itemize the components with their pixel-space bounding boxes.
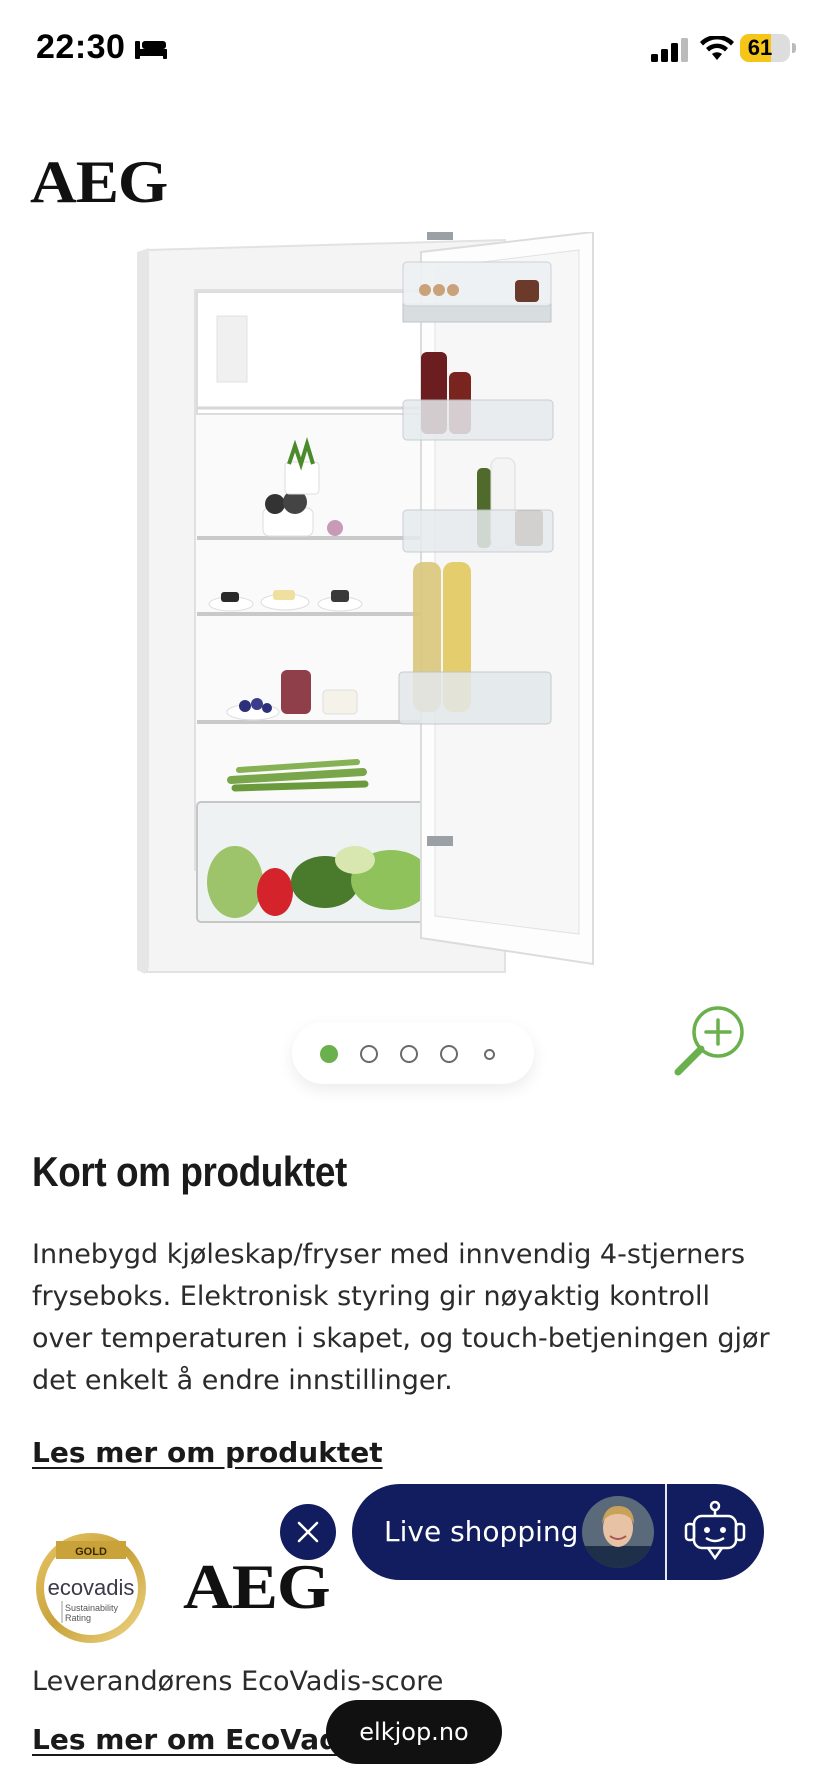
live-shopping-button[interactable]: Live shopping xyxy=(352,1484,764,1580)
signal-icon xyxy=(651,38,688,62)
live-shopping-label: Live shopping xyxy=(384,1515,579,1548)
carousel-dot-4[interactable] xyxy=(440,1045,458,1063)
brand-logo: AEG xyxy=(30,149,168,215)
wifi-icon xyxy=(700,36,734,60)
supplier-logo: AEG xyxy=(183,1551,331,1622)
battery-icon: 61 xyxy=(740,34,790,62)
bed-icon xyxy=(135,41,167,59)
battery-cap xyxy=(792,43,796,53)
product-image[interactable] xyxy=(135,232,695,1002)
carousel-dots xyxy=(292,1022,534,1084)
status-time: 22:30 xyxy=(36,28,126,66)
battery-level: 61 xyxy=(747,35,773,60)
zoom-in-icon[interactable] xyxy=(670,1000,750,1080)
live-shopping-close-button[interactable] xyxy=(280,1504,336,1560)
carousel-dot-3[interactable] xyxy=(400,1045,418,1063)
carousel-dot-5[interactable] xyxy=(484,1049,495,1060)
product-description: Innebygd kjøleskap/fryser med innvendig … xyxy=(32,1239,770,1396)
section-title: Kort om produktet xyxy=(32,1148,347,1195)
ecovadis-wordmark: ecovadis xyxy=(48,1575,135,1600)
carousel-dot-1[interactable] xyxy=(320,1045,338,1063)
ecovadis-link[interactable]: Les mer om EcoVadis xyxy=(32,1723,365,1756)
ecovadis-label: Leverandørens EcoVadis-score xyxy=(32,1666,444,1697)
ecovadis-badge[interactable]: GOLD ecovadis Sustainability Rating xyxy=(32,1527,150,1645)
ecovadis-medal: GOLD xyxy=(75,1546,107,1558)
ecovadis-sub2: Rating xyxy=(65,1613,91,1623)
browser-url-pill[interactable]: elkjop.no xyxy=(326,1700,502,1764)
chatbot-icon[interactable] xyxy=(680,1498,750,1568)
status-bar: 22:30 61 xyxy=(0,0,828,100)
read-more-link[interactable]: Les mer om produktet xyxy=(32,1436,383,1469)
host-avatar xyxy=(582,1496,654,1568)
carousel-dot-2[interactable] xyxy=(360,1045,378,1063)
live-shopping-divider xyxy=(665,1484,667,1580)
ecovadis-sub1: Sustainability xyxy=(65,1603,119,1613)
close-icon xyxy=(297,1521,319,1543)
